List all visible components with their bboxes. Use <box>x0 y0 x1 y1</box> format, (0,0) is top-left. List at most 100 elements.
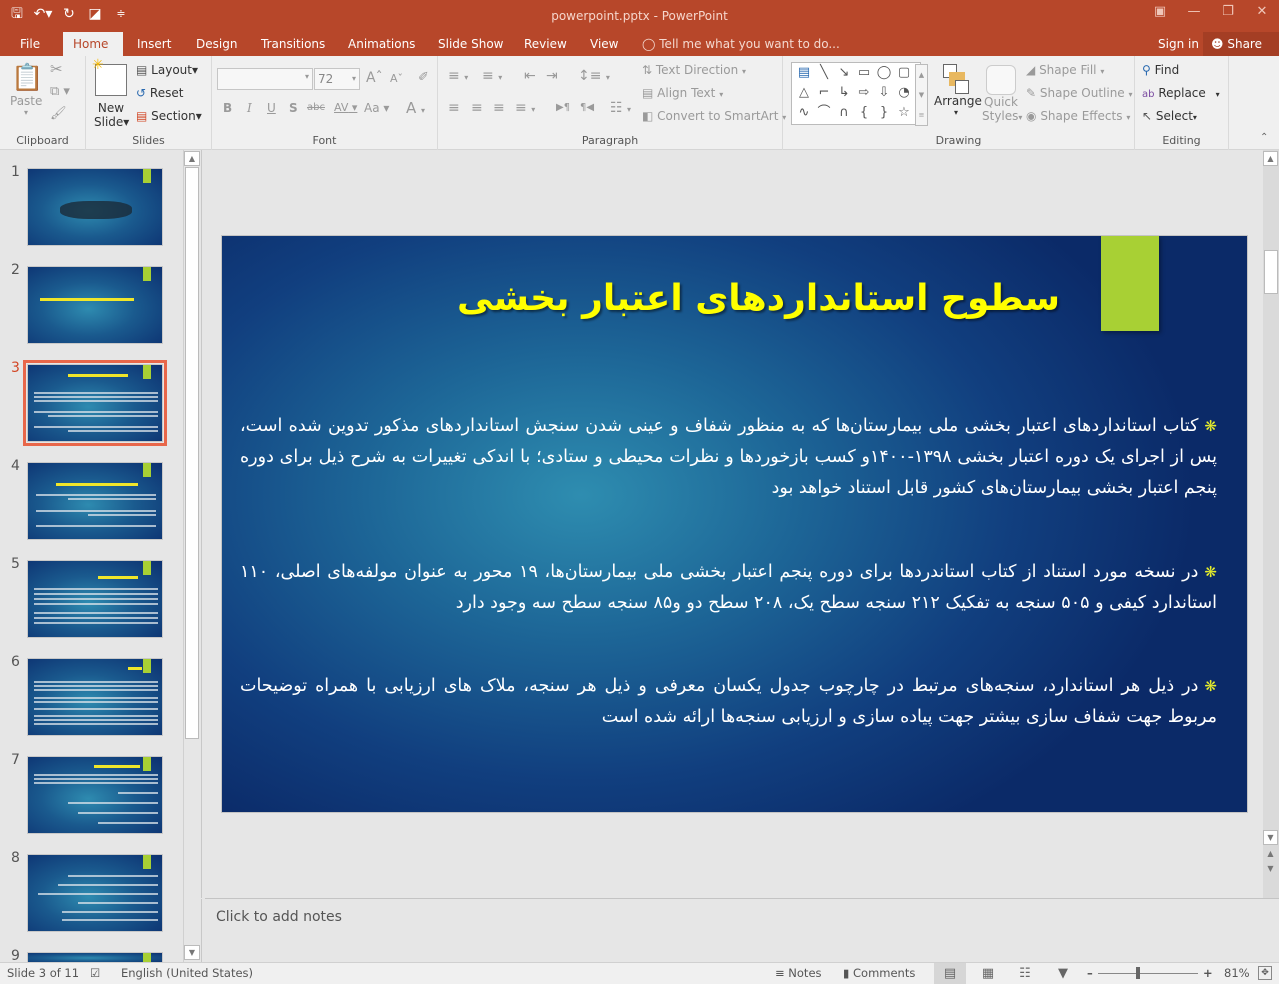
zoom-in-icon[interactable]: + <box>1203 966 1213 980</box>
rtl-direction-icon[interactable]: ¶◀ <box>580 102 594 113</box>
slide-paragraph[interactable]: ❋در نسخه مورد استناد از کتاب استاندردها … <box>240 557 1217 619</box>
reset-button[interactable]: ↺ Reset <box>136 86 183 100</box>
thumbnails-scrollbar[interactable]: ▲ ▼ <box>183 150 200 962</box>
elbow-connector-shape-icon[interactable]: ⌐ <box>814 83 834 103</box>
tab-file[interactable]: File <box>10 32 50 56</box>
change-case-button[interactable]: Aa ▾ <box>364 101 389 115</box>
shapes-gallery[interactable]: ▤ ╲ ↘ ▭ ◯ ▢ △ ⌐ ↳ ⇨ ⇩ ◔ ∿ ⌒ ∩ { } ☆ <box>791 62 921 125</box>
rectangle-shape-icon[interactable]: ▭ <box>854 63 874 83</box>
next-slide-icon[interactable]: ▼ <box>1263 862 1278 877</box>
convert-smartart-button[interactable]: ◧ Convert to SmartArt ▾ <box>642 109 786 123</box>
slide-paragraph[interactable]: ❋در ذیل هر استاندارد، سنجه‌های مرتبط در … <box>240 671 1217 733</box>
shape-effects-button[interactable]: ◉ Shape Effects ▾ <box>1026 109 1130 123</box>
tab-review[interactable]: Review <box>514 32 577 56</box>
font-color-button[interactable]: A ▾ <box>406 99 425 117</box>
notes-pane[interactable]: Click to add notes <box>201 899 1279 962</box>
comments-button[interactable]: ▮ Comments <box>843 966 915 980</box>
reading-view-button[interactable]: ☷ <box>1009 963 1041 984</box>
oval-shape-icon[interactable]: ◯ <box>874 63 894 83</box>
right-brace-shape-icon[interactable]: } <box>874 103 894 123</box>
tell-me-search[interactable]: ◯ Tell me what you want to do... <box>642 32 840 56</box>
scroll-up-icon[interactable]: ▲ <box>1263 151 1278 166</box>
scroll-down-icon[interactable]: ▼ <box>184 945 200 960</box>
notes-toggle-button[interactable]: ≡ Notes <box>775 966 822 980</box>
find-button[interactable]: ⚲ Find <box>1142 63 1179 77</box>
slide-title[interactable]: سطوح استانداردهای اعتبار بخشی <box>457 278 1060 319</box>
line-spacing-icon[interactable]: ↕≡ ▾ <box>578 68 610 84</box>
triangle-shape-icon[interactable]: △ <box>794 83 814 103</box>
slide-thumbnail-1[interactable] <box>27 168 163 246</box>
tab-design[interactable]: Design <box>186 32 247 56</box>
tab-home[interactable]: Home <box>63 32 123 56</box>
section-button[interactable]: ▤ Section▾ <box>136 109 202 123</box>
slide-thumbnail-8[interactable] <box>27 854 163 932</box>
justify-icon[interactable]: ≡ ▾ <box>515 100 535 116</box>
freeform-shape-icon[interactable]: ◔ <box>894 83 914 103</box>
format-painter-icon[interactable]: 🖌 <box>50 106 67 121</box>
line-shape-icon[interactable]: ╲ <box>814 63 834 83</box>
slide-thumbnail-2[interactable] <box>27 266 163 344</box>
decrease-indent-icon[interactable]: ⇤ <box>524 68 536 84</box>
replace-button[interactable]: ab Replace ▾ <box>1142 86 1220 100</box>
editor-scrollbar[interactable]: ▲ ▼ ▲ ▼ <box>1263 150 1279 898</box>
tab-insert[interactable]: Insert <box>127 32 181 56</box>
slide-show-view-button[interactable]: ▼ <box>1047 963 1079 984</box>
text-shadow-button[interactable]: S <box>289 101 298 115</box>
arrow-line-shape-icon[interactable]: ↘ <box>834 63 854 83</box>
sign-in-link[interactable]: Sign in <box>1158 32 1199 56</box>
left-brace-shape-icon[interactable]: { <box>854 103 874 123</box>
align-text-button[interactable]: ▤ Align Text ▾ <box>642 86 723 100</box>
shape-fill-button[interactable]: ◢ Shape Fill ▾ <box>1026 63 1104 77</box>
clear-formatting-icon[interactable]: ✐ <box>418 70 429 85</box>
slide-thumbnail-3[interactable] <box>23 360 167 446</box>
ribbon-display-options-icon[interactable]: ▣ <box>1143 0 1177 24</box>
cut-icon[interactable]: ✂ <box>50 60 63 78</box>
scribble-shape-icon[interactable]: ∿ <box>794 103 814 123</box>
increase-indent-icon[interactable]: ⇥ <box>546 68 558 84</box>
zoom-slider[interactable] <box>1098 973 1198 974</box>
paste-button[interactable]: 📋 Paste ▾ <box>10 62 43 117</box>
italic-button[interactable]: I <box>247 101 252 115</box>
select-button[interactable]: ↖ Select▾ <box>1142 109 1197 123</box>
decrease-font-size-icon[interactable]: Aˇ <box>390 72 403 85</box>
chevron-down-icon[interactable]: ▾ <box>305 72 309 81</box>
arrange-button[interactable]: Arrange ▾ <box>934 62 982 117</box>
language-indicator[interactable]: English (United States) <box>121 966 253 980</box>
text-box-shape-icon[interactable]: ▤ <box>794 63 814 83</box>
normal-view-button[interactable]: ▤ <box>934 963 966 984</box>
spell-check-icon[interactable]: ☑ <box>90 966 100 980</box>
ltr-direction-icon[interactable]: ▶¶ <box>556 102 570 113</box>
shapes-gallery-scroll[interactable]: ▲ ▼ ≡ <box>915 64 928 126</box>
right-arrow-shape-icon[interactable]: ⇨ <box>854 83 874 103</box>
elbow-arrow-shape-icon[interactable]: ↳ <box>834 83 854 103</box>
align-left-icon[interactable]: ≡ <box>448 100 460 116</box>
align-right-icon[interactable]: ≡ <box>493 100 505 116</box>
star-shape-icon[interactable]: ☆ <box>894 103 914 123</box>
zoom-slider-thumb[interactable] <box>1136 967 1140 979</box>
tab-transitions[interactable]: Transitions <box>251 32 335 56</box>
underline-button[interactable]: U <box>267 101 276 115</box>
slide-thumbnail-5[interactable] <box>27 560 163 638</box>
font-name-input[interactable]: ▾ <box>217 68 313 90</box>
numbering-icon[interactable]: ≡ ▾ <box>482 68 502 84</box>
arc-shape-icon[interactable]: ⌒ <box>814 103 834 123</box>
collapse-ribbon-icon[interactable]: ⌃ <box>1260 132 1268 143</box>
zoom-out-icon[interactable]: – <box>1087 966 1093 980</box>
tab-slide-show[interactable]: Slide Show <box>428 32 513 56</box>
minimize-icon[interactable]: — <box>1177 0 1211 24</box>
columns-icon[interactable]: ☷ ▾ <box>610 100 631 116</box>
slide-thumbnail-7[interactable] <box>27 756 163 834</box>
chevron-down-icon[interactable]: ▾ <box>352 69 356 89</box>
align-center-icon[interactable]: ≡ <box>471 100 483 116</box>
increase-font-size-icon[interactable]: Aˆ <box>366 70 383 86</box>
copy-icon[interactable]: ⧉ ▾ <box>50 84 70 99</box>
layout-button[interactable]: ▤ Layout▾ <box>136 63 198 77</box>
bullets-icon[interactable]: ≡ ▾ <box>448 68 468 84</box>
fit-slide-icon[interactable]: ✥ <box>1258 966 1272 980</box>
text-direction-button[interactable]: ⇅ Text Direction ▾ <box>642 63 746 77</box>
slide-sorter-view-button[interactable]: ▦ <box>972 963 1004 984</box>
rounded-rectangle-shape-icon[interactable]: ▢ <box>894 63 914 83</box>
current-slide[interactable]: سطوح استانداردهای اعتبار بخشی ❋کتاب استا… <box>221 235 1248 813</box>
previous-slide-icon[interactable]: ▲ <box>1263 847 1278 862</box>
strikethrough-button[interactable]: abc <box>307 102 325 113</box>
